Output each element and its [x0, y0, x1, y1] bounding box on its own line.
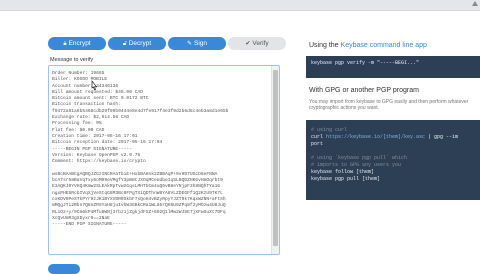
message-textarea[interactable]: Order Number: 19665 Biller: KOODO MOBILE… — [48, 65, 280, 255]
scroll-up-arrow-icon[interactable] — [472, 1, 478, 6]
code-follow-command: keybase follow [them] — [311, 169, 375, 175]
pencil-icon: ✎ — [186, 41, 192, 47]
code-pull-command: keybase pgp pull [them] — [311, 176, 381, 182]
keybase-cli-heading: Using the Keybase command line app — [309, 42, 427, 49]
tab-verify[interactable]: ✔ Verify — [228, 37, 286, 50]
textarea-scrollbar[interactable] — [271, 66, 279, 254]
code-comment-curl: # using curl — [311, 127, 348, 133]
gpg-code-block: # using curl curl https://keybase.io/[th… — [306, 120, 480, 200]
browser-top-bar — [0, 0, 480, 11]
tab-sign[interactable]: ✎ Sign — [168, 37, 226, 50]
code-curl-continuation: port — [311, 141, 324, 147]
check-icon: ✔ — [245, 41, 251, 47]
keybase-cli-heading-text: Using the — [309, 42, 341, 49]
lock-icon: 🔒︎ — [63, 41, 67, 47]
action-tabs: 🔒︎ Encrypt 🔓︎ Decrypt ✎ Sign ✔ Verify — [48, 37, 288, 50]
code-curl-command: curl https://keybase.io/[them]/key.asc |… — [311, 134, 476, 141]
keybase-cli-link[interactable]: Keybase command line app — [341, 42, 427, 49]
tab-decrypt-label: Decrypt — [128, 40, 152, 47]
curl-suffix: | gpg --im — [425, 134, 459, 140]
verify-submit-button[interactable] — [48, 264, 80, 274]
tab-decrypt[interactable]: 🔓︎ Decrypt — [108, 37, 166, 50]
tab-verify-label: Verify — [252, 40, 269, 47]
message-label: Message to verify — [50, 57, 94, 63]
tab-encrypt-label: Encrypt — [68, 40, 91, 47]
tab-encrypt[interactable]: 🔒︎ Encrypt — [48, 37, 106, 50]
gpg-description: You may import from keybase to GPG easil… — [309, 99, 469, 111]
message-text[interactable]: Order Number: 19665 Biller: KOODO MOBILE… — [52, 71, 270, 228]
cli-code-block: keybase pgp verify -m "-----BEGI..." — [306, 56, 480, 78]
gpg-heading: With GPG or another PGP program — [309, 87, 419, 94]
scrollbar-thumb[interactable] — [273, 70, 278, 246]
tab-sign-label: Sign — [194, 40, 208, 47]
cli-command: keybase pgp verify -m "-----BEGI..." — [311, 60, 420, 66]
code-comment-pull-1: # using `keybase pgp pull` which — [311, 155, 408, 161]
curl-url: https://keybase.io/[them]/key.asc — [326, 134, 426, 140]
unlock-icon: 🔓︎ — [122, 41, 127, 47]
curl-prefix: curl — [311, 134, 327, 140]
mouse-cursor-icon — [91, 80, 98, 91]
code-comment-pull-2: # imports to GPG any users you — [311, 162, 402, 168]
